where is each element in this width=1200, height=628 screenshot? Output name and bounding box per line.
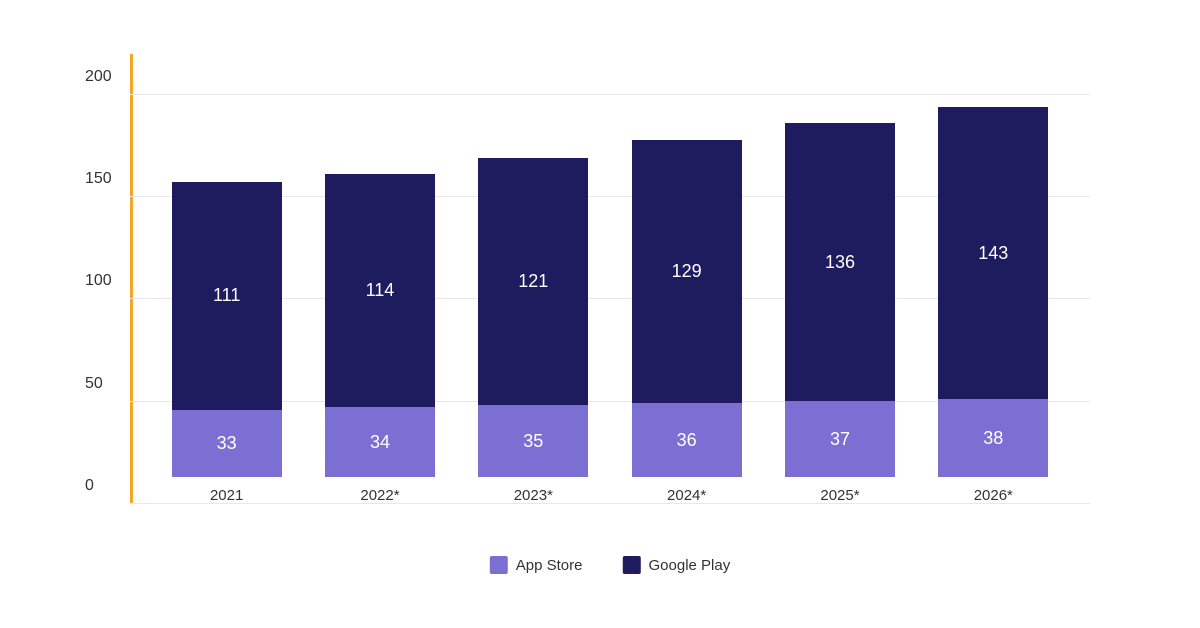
bar-group: 11434 2022* <box>325 174 435 504</box>
bar-stack: 13637 <box>785 123 895 477</box>
y-axis-label: 50 <box>85 375 103 393</box>
bar-stack: 11133 <box>172 182 282 477</box>
x-axis-label: 2021 <box>210 487 243 504</box>
legend-label-googlePlay: Google Play <box>649 557 731 574</box>
x-axis-label: 2022* <box>360 487 399 504</box>
bar-app-store: 34 <box>325 407 435 477</box>
legend-swatch-appStore <box>490 556 508 574</box>
bar-stack: 12936 <box>632 140 742 477</box>
bar-google-play: 143 <box>938 107 1048 400</box>
bar-stack: 11434 <box>325 174 435 477</box>
bar-app-store: 35 <box>478 405 588 477</box>
x-axis-label: 2025* <box>820 487 859 504</box>
bar-group: 13637 2025* <box>785 123 895 504</box>
legend: App Store Google Play <box>490 556 730 574</box>
y-axis-label: 200 <box>85 68 112 86</box>
legend-swatch-googlePlay <box>623 556 641 574</box>
bar-stack: 12135 <box>478 158 588 477</box>
y-axis-label: 100 <box>85 272 112 290</box>
bar-group: 14338 2026* <box>938 107 1048 504</box>
x-axis-label: 2023* <box>514 487 553 504</box>
bar-group: 11133 2021 <box>172 182 282 504</box>
y-axis-label: 150 <box>85 170 112 188</box>
bar-google-play: 121 <box>478 158 588 406</box>
y-axis-label: 0 <box>85 477 94 495</box>
bottom-axis <box>130 503 1090 504</box>
bar-app-store: 37 <box>785 401 895 477</box>
bar-google-play: 136 <box>785 123 895 401</box>
bar-stack: 14338 <box>938 107 1048 477</box>
x-axis-label: 2024* <box>667 487 706 504</box>
x-axis-label: 2026* <box>974 487 1013 504</box>
bar-group: 12936 2024* <box>632 140 742 504</box>
bar-google-play: 114 <box>325 174 435 407</box>
bars-container: 111332021114342022*121352023*129362024*1… <box>130 54 1090 504</box>
bar-app-store: 36 <box>632 403 742 477</box>
bar-group: 12135 2023* <box>478 158 588 504</box>
chart-container: 0 50 100 150 200 11133 2021 11434 2022* 12135 202… <box>50 24 1150 604</box>
bar-app-store: 38 <box>938 399 1048 477</box>
bar-google-play: 129 <box>632 140 742 404</box>
bar-google-play: 111 <box>172 182 282 409</box>
legend-item-googlePlay: Google Play <box>623 556 731 574</box>
chart-area: 050100150200 111332021114342022*12135202… <box>130 54 1090 504</box>
legend-item-appStore: App Store <box>490 556 583 574</box>
legend-label-appStore: App Store <box>516 557 583 574</box>
bar-app-store: 33 <box>172 410 282 478</box>
